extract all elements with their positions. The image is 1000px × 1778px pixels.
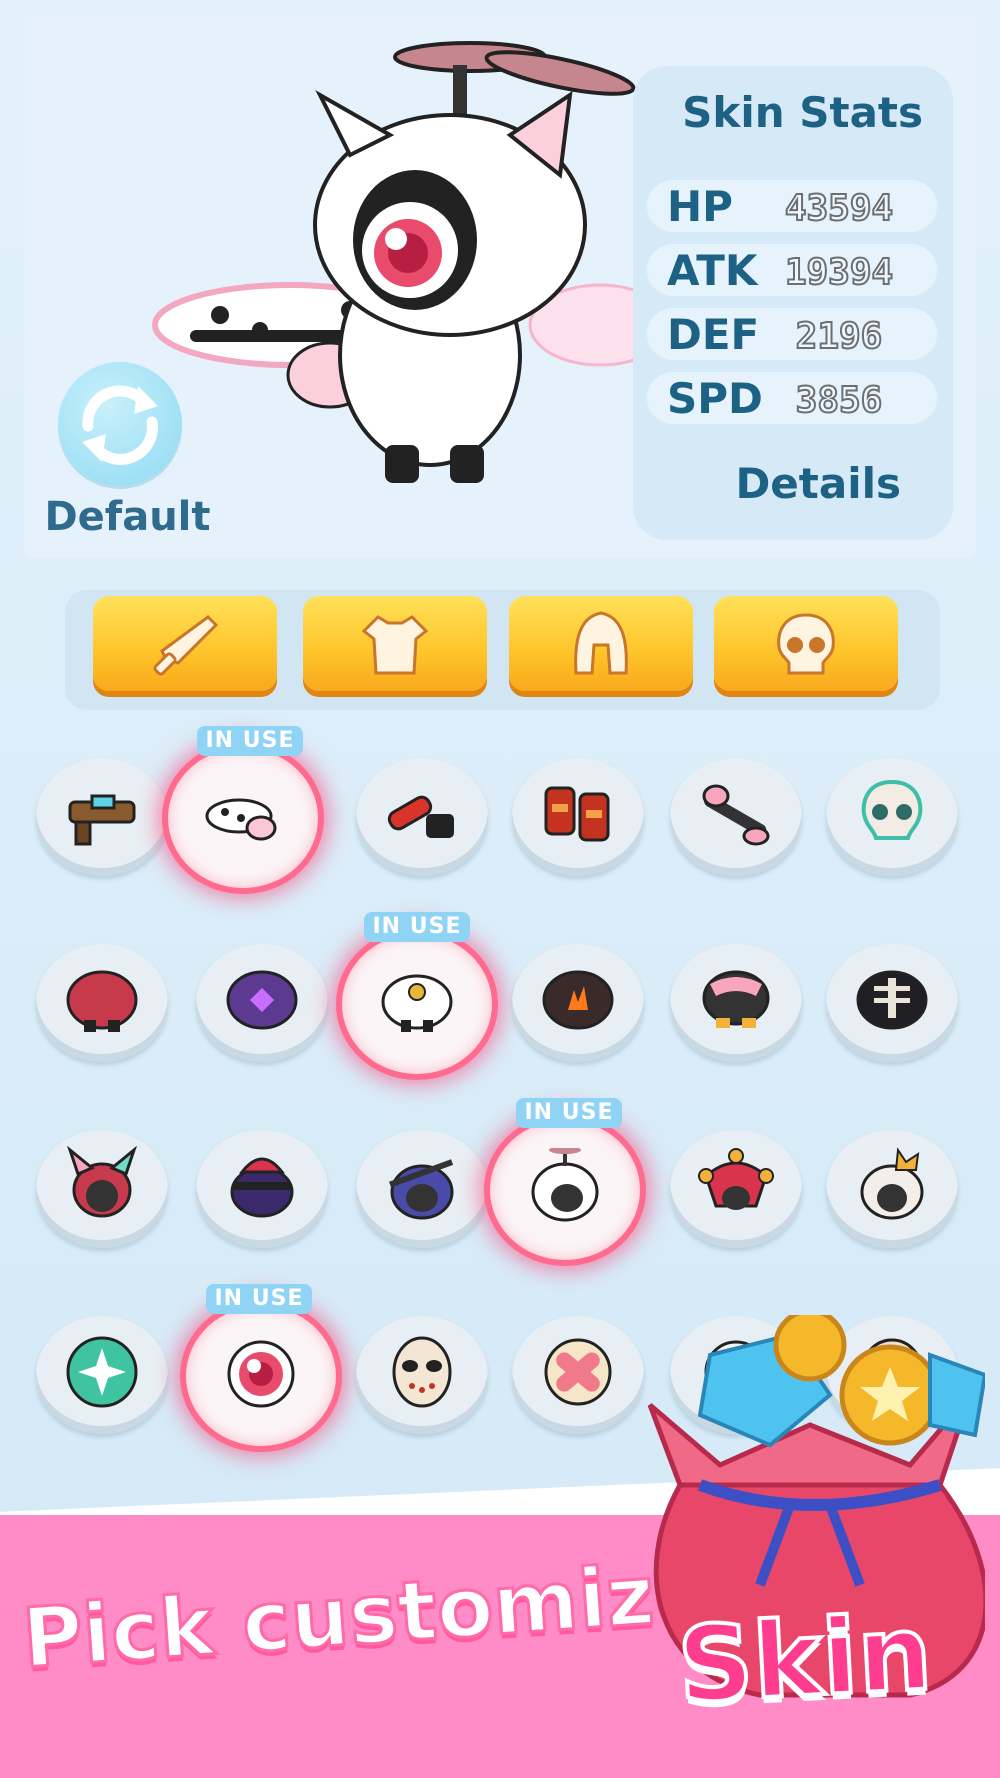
white-cat-helmet-icon [531, 1148, 599, 1222]
skin-slot-accessory-4[interactable] [512, 1316, 644, 1434]
skin-slot-weapon-5[interactable] [670, 758, 802, 876]
stat-value: 2196 [795, 315, 884, 358]
blaster-icon [68, 794, 136, 846]
skin-slot-armor-4[interactable] [512, 944, 644, 1062]
skin-slot-helmet-5[interactable] [670, 1130, 802, 1248]
skin-slot-helmet-2[interactable] [196, 1130, 328, 1248]
skeleton-armor-icon [856, 970, 928, 1030]
stats-title: Skin Stats [682, 88, 923, 137]
stat-value: 43594 [784, 187, 894, 230]
arrow-helmet-icon [389, 1159, 454, 1220]
pink-bat-icon [702, 784, 770, 846]
pig-cannon-icon [205, 798, 277, 841]
character-illustration [152, 41, 670, 483]
stat-name: HP [667, 182, 733, 231]
stat-row-hp: HP 43594 [647, 180, 937, 232]
ghost-skull-icon [861, 779, 923, 840]
jester-hat-icon [698, 1148, 774, 1210]
skin-slot-weapon-4[interactable] [512, 758, 644, 876]
bandage-icon [544, 1338, 612, 1406]
crowned-skull-helmet-icon [860, 1147, 924, 1220]
tab-armor[interactable] [303, 596, 487, 691]
tagline-skin: Skin [673, 1589, 937, 1728]
sword-icon [153, 615, 219, 676]
shirt-icon [361, 615, 429, 675]
skin-slot-accessory-1[interactable] [36, 1316, 168, 1434]
big-eye-icon [227, 1340, 295, 1408]
stat-name: SPD [667, 374, 763, 423]
helmet-icon [574, 611, 628, 675]
skin-slot-helmet-6[interactable] [826, 1130, 958, 1248]
skin-slot-armor-5[interactable] [670, 944, 802, 1062]
skin-slot-helmet-3[interactable] [356, 1130, 488, 1248]
tab-weapon[interactable] [93, 596, 277, 691]
stat-value: 3856 [795, 379, 884, 422]
stat-value: 19394 [784, 251, 894, 294]
in-use-badge: IN USE [206, 1284, 312, 1314]
horned-hood-icon [67, 1146, 137, 1218]
stat-name: DEF [667, 310, 760, 359]
in-use-badge: IN USE [516, 1098, 622, 1128]
skin-slot-armor-2[interactable] [196, 944, 328, 1062]
red-armor-icon [66, 970, 138, 1032]
skin-slot-helmet-4-selected[interactable] [490, 1120, 640, 1260]
skin-slot-accessory-2-selected[interactable] [186, 1306, 336, 1446]
skin-slot-armor-1[interactable] [36, 944, 168, 1062]
default-skin-button[interactable] [58, 362, 182, 486]
in-use-badge: IN USE [197, 726, 303, 756]
mohawk-helmet-icon [230, 1157, 294, 1218]
stat-row-spd: SPD 3856 [647, 372, 937, 424]
skin-slot-accessory-3[interactable] [356, 1316, 488, 1434]
stat-row-atk: ATK 19394 [647, 244, 937, 296]
skull-icon [777, 613, 835, 675]
white-fur-armor-icon [381, 974, 453, 1032]
skin-slot-armor-3-selected[interactable] [342, 934, 492, 1074]
pink-ruffle-armor-icon [702, 970, 770, 1028]
skin-slot-helmet-1[interactable] [36, 1130, 168, 1248]
refresh-icon [82, 385, 158, 465]
details-button[interactable]: Details [633, 459, 901, 508]
sparkle-orb-icon [66, 1336, 138, 1408]
skin-slot-weapon-2-selected[interactable] [168, 748, 318, 888]
gauntlets-icon [544, 786, 610, 842]
default-label: Default [44, 494, 211, 540]
tab-accessory[interactable] [714, 596, 898, 691]
tab-helmet[interactable] [509, 596, 693, 691]
hockey-mask-icon [392, 1336, 452, 1408]
skin-slot-armor-6[interactable] [826, 944, 958, 1062]
lava-armor-icon [542, 970, 614, 1030]
in-use-badge: IN USE [364, 912, 470, 942]
skin-stats-panel: Skin Stats HP 43594 ATK 19394 DEF 2196 S… [633, 66, 953, 540]
stat-name: ATK [667, 246, 758, 295]
skin-slot-weapon-6[interactable] [826, 758, 958, 876]
stat-row-def: DEF 2196 [647, 308, 937, 360]
purple-armor-icon [226, 970, 298, 1030]
chainsaw-icon [387, 795, 454, 838]
skin-slot-weapon-3[interactable] [356, 758, 488, 876]
skin-slot-weapon-1[interactable] [36, 758, 168, 876]
